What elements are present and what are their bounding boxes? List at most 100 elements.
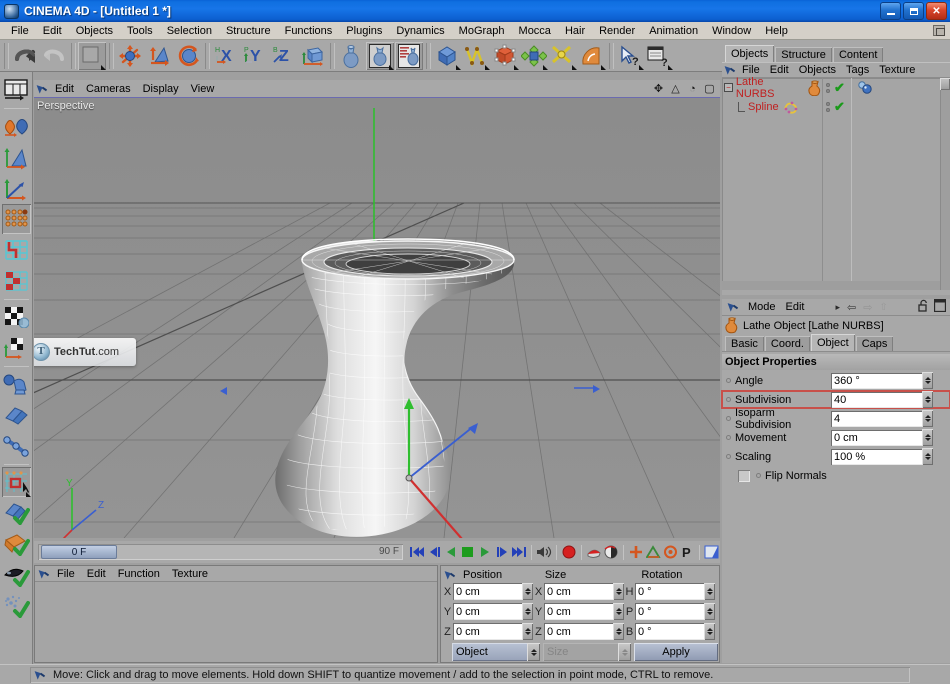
visibility-row[interactable]: ✔: [823, 78, 851, 97]
menu-hair[interactable]: Hair: [558, 24, 592, 38]
tab-structure[interactable]: Structure: [775, 47, 832, 62]
make-editable-icon[interactable]: [337, 41, 365, 70]
am-menu-mode[interactable]: Mode: [743, 301, 781, 313]
help-cursor-icon[interactable]: ?: [616, 41, 644, 70]
close-button[interactable]: ✕: [926, 2, 947, 20]
rot-p-field[interactable]: 0 °: [635, 603, 715, 620]
undo-icon[interactable]: [11, 41, 39, 70]
maximize-button[interactable]: [903, 2, 924, 20]
x-axis-lock-icon[interactable]: X H: [212, 41, 240, 70]
parameter-dot-icon[interactable]: [726, 435, 731, 440]
world-object-coord-icon[interactable]: [299, 41, 327, 70]
rotate-tool-icon[interactable]: [174, 41, 202, 70]
menu-functions[interactable]: Functions: [278, 24, 340, 38]
point-level-animation-button[interactable]: [704, 543, 720, 561]
subdivision-field[interactable]: 40: [831, 391, 933, 408]
scale-tool-icon[interactable]: [145, 41, 173, 70]
size-z-spinner[interactable]: [613, 623, 624, 640]
cube-primitive-icon[interactable]: [433, 41, 461, 70]
isoparm-subdivision-field[interactable]: 4: [831, 410, 933, 427]
enabled-check-icon[interactable]: ✔: [834, 80, 845, 96]
tab-caps[interactable]: Caps: [855, 336, 894, 351]
step-back-button[interactable]: [426, 543, 442, 561]
om-menu-edit[interactable]: Edit: [765, 64, 794, 76]
edge-mode-icon[interactable]: [2, 235, 31, 265]
tab-object[interactable]: Object: [810, 334, 855, 351]
panel-icon[interactable]: [933, 298, 947, 315]
sound-button[interactable]: [536, 543, 552, 561]
current-frame-marker[interactable]: 0 F: [41, 545, 117, 559]
object-manager-hscrollbar[interactable]: [722, 281, 940, 290]
material-menu-texture[interactable]: Texture: [166, 568, 214, 580]
parameter-dot-icon[interactable]: [756, 473, 761, 478]
parameter-dot-icon[interactable]: [726, 454, 731, 459]
scaling-spinner[interactable]: [922, 448, 933, 465]
menu-tools[interactable]: Tools: [120, 24, 160, 38]
texture-axis-icon[interactable]: [2, 302, 31, 332]
size-y-spinner[interactable]: [613, 603, 624, 620]
spline-icon[interactable]: [462, 41, 490, 70]
menu-mocca[interactable]: Mocca: [512, 24, 558, 38]
scaling-field[interactable]: 100 %: [831, 448, 933, 465]
axis-mode-icon[interactable]: [2, 173, 31, 203]
angle-field[interactable]: 360 °: [831, 372, 933, 389]
position-key-button[interactable]: [628, 543, 644, 561]
menu-selection[interactable]: Selection: [160, 24, 219, 38]
menu-help[interactable]: Help: [758, 24, 795, 38]
deformer-icon[interactable]: [549, 41, 577, 70]
visibility-row[interactable]: ✔: [823, 97, 851, 116]
move-tool-icon[interactable]: [116, 41, 144, 70]
movement-field[interactable]: 0 cm: [831, 429, 933, 446]
rot-p-spinner[interactable]: [704, 603, 715, 620]
step-forward-button[interactable]: [494, 543, 510, 561]
uv-polygon-icon[interactable]: [2, 333, 31, 363]
timeline-track[interactable]: 0 F 90 F: [38, 544, 403, 560]
nurbs-icon[interactable]: [491, 41, 519, 70]
tab-coord[interactable]: Coord.: [764, 336, 810, 351]
tag-row[interactable]: [852, 78, 950, 97]
pos-z-spinner[interactable]: [522, 623, 533, 640]
size-x-spinner[interactable]: [613, 583, 624, 600]
menu-structure[interactable]: Structure: [219, 24, 278, 38]
tab-objects[interactable]: Objects: [725, 45, 775, 62]
enable-axis-icon[interactable]: [2, 498, 31, 528]
movement-spinner[interactable]: [922, 429, 933, 446]
y-axis-lock-icon[interactable]: Y P: [241, 41, 269, 70]
restore-document-icon[interactable]: [933, 25, 945, 36]
point-mode-icon[interactable]: [1, 204, 31, 234]
redo-icon[interactable]: [40, 41, 68, 70]
model-mode-icon[interactable]: [366, 41, 394, 70]
scene-object-icon[interactable]: [578, 41, 606, 70]
visibility-dots[interactable]: [826, 101, 830, 112]
lock-icon[interactable]: [918, 299, 929, 315]
size-mode-select[interactable]: Size: [543, 643, 631, 661]
play-reverse-button[interactable]: [443, 543, 459, 561]
maximize-view-icon[interactable]: ▢: [703, 82, 716, 95]
size-x-field[interactable]: 0 cm: [544, 583, 624, 600]
array-icon[interactable]: [520, 41, 548, 70]
parameter-dot-icon[interactable]: [726, 378, 731, 383]
go-to-start-button[interactable]: [409, 543, 425, 561]
object-manager-scrollbar[interactable]: [940, 78, 950, 290]
object-axis-icon[interactable]: [2, 111, 31, 141]
menu-objects[interactable]: Objects: [69, 24, 120, 38]
live-selection-icon[interactable]: [78, 41, 106, 70]
pos-x-spinner[interactable]: [522, 583, 533, 600]
om-menu-objects[interactable]: Objects: [794, 64, 841, 76]
size-z-field[interactable]: 0 cm: [544, 623, 624, 640]
rot-h-spinner[interactable]: [704, 583, 715, 600]
menu-mograph[interactable]: MoGraph: [452, 24, 512, 38]
om-menu-texture[interactable]: Texture: [874, 64, 920, 76]
angle-spinner[interactable]: [922, 372, 933, 389]
help-doc-icon[interactable]: ?: [645, 41, 673, 70]
play-button[interactable]: [477, 543, 493, 561]
z-axis-lock-icon[interactable]: Z B: [270, 41, 298, 70]
expander-icon[interactable]: −: [724, 83, 733, 92]
pos-y-spinner[interactable]: [522, 603, 533, 620]
layout-icon[interactable]: [2, 75, 31, 105]
parameter-key-button[interactable]: P: [679, 543, 695, 561]
material-menu-edit[interactable]: Edit: [81, 568, 112, 580]
tag-row[interactable]: [852, 97, 950, 116]
flip-normals-checkbox[interactable]: [738, 469, 750, 482]
texture-lock-icon[interactable]: [2, 529, 31, 559]
